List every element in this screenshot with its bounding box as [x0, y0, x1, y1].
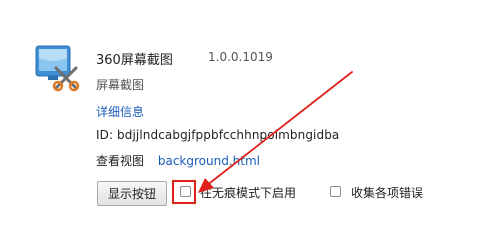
extension-description: 屏幕截图 [96, 78, 145, 92]
extension-version: 1.0.0.1019 [208, 50, 273, 64]
screenshot-extension-icon [34, 44, 82, 92]
inspect-views-label: 查看视图 [96, 154, 145, 168]
extension-id-label: ID: [96, 128, 114, 142]
extension-id-value: bdjjlndcabgjfppbfcchhnpoimbngidba [117, 128, 340, 142]
details-link[interactable]: 详细信息 [96, 103, 144, 120]
annotation-highlight-box [172, 180, 196, 204]
background-page-link[interactable]: background.html [158, 154, 260, 168]
collect-errors-checkbox-label[interactable]: 收集各项错误 [351, 184, 423, 201]
extension-name: 360屏幕截图 [96, 53, 173, 68]
extension-id: ID: bdjjlndcabgjfppbfcchhnpoimbngidba [96, 128, 339, 142]
annotation-arrow [198, 71, 353, 193]
inspect-views-row: 查看视图 background.html [96, 152, 260, 169]
incognito-checkbox-label[interactable]: 在无痕模式下启用 [200, 184, 296, 201]
show-button[interactable]: 显示按钮 [97, 181, 167, 206]
collect-errors-checkbox[interactable] [330, 186, 341, 197]
